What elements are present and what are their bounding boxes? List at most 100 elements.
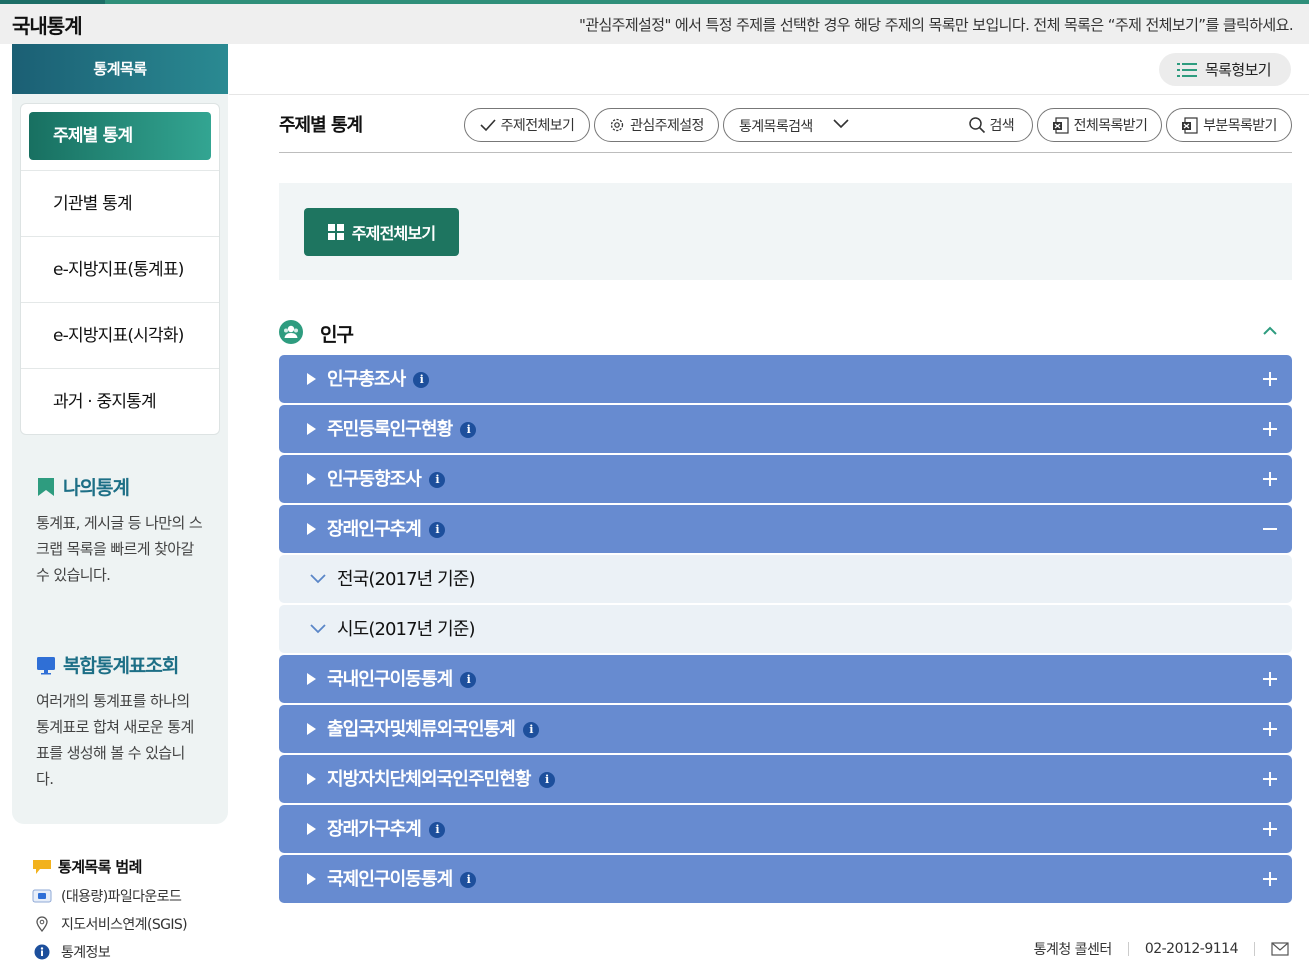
excel-file-icon (1052, 116, 1069, 134)
download-all-list-button[interactable]: 전체목록받기 (1037, 108, 1162, 142)
sidebar-item-past-stats[interactable]: 과거 · 중지통계 (21, 368, 219, 434)
list-view-button[interactable]: 목록형보기 (1158, 53, 1291, 86)
sidebar-item-topic[interactable]: 주제별 통계 (21, 104, 219, 170)
plus-icon[interactable] (1260, 469, 1280, 489)
list-row-category[interactable]: 주민등록인구현황 i (279, 405, 1292, 453)
legend-label: 지도서비스연계(SGIS) (61, 916, 188, 933)
footer: 통계청 콜센터 02-2012-9114 (1034, 938, 1289, 960)
triangle-right-icon (307, 723, 316, 735)
info-icon[interactable]: i (460, 872, 477, 888)
grid-icon (327, 224, 344, 240)
list-row-category[interactable]: 인구동향조사 i (279, 455, 1292, 503)
check-icon (480, 119, 496, 132)
search-input[interactable] (864, 114, 964, 136)
list-row-category-expanded[interactable]: 장래인구추계 i (279, 505, 1292, 553)
row-label: 시도(2017년 기준) (337, 619, 475, 640)
plus-icon[interactable] (1260, 419, 1280, 439)
sidebar-item-agency[interactable]: 기관별 통계 (21, 170, 219, 236)
info-icon[interactable]: i (428, 472, 445, 488)
page-title: 국내통계 (12, 14, 83, 38)
notice-text: "관심주제설정" 에서 특정 주제를 선택한 경우 해당 주제의 목록만 보입니… (578, 16, 1294, 34)
info-icon[interactable]: i (460, 422, 477, 438)
footer-divider (1127, 942, 1129, 956)
search-button[interactable]: 검색 (968, 115, 1015, 135)
row-label-text: 국제인구이동통계 (327, 869, 453, 890)
info-icon[interactable]: i (460, 672, 477, 688)
row-label: 지방자치단체외국인주민현황 i (327, 765, 555, 791)
list-row-category[interactable]: 국내인구이동통계 i (279, 655, 1292, 703)
legend-label: (대용량)파일다운로드 (61, 888, 182, 905)
sidebar: 통계목록 주제별 통계 기관별 통계 e-지방지표(통계표) e-지방지표(시각… (12, 44, 228, 824)
list-row-category[interactable]: 장래가구추계 i (279, 805, 1292, 853)
top-accent-line (0, 0, 105, 4)
list-row-category[interactable]: 국제인구이동통계 i (279, 855, 1292, 903)
footer-divider (1254, 942, 1255, 956)
mail-icon[interactable] (1271, 942, 1289, 956)
plus-icon[interactable] (1260, 869, 1280, 889)
search-button-label: 검색 (989, 118, 1014, 134)
excel-file-icon (1182, 116, 1198, 134)
search-type-select[interactable]: 통계목록검색 (739, 116, 813, 136)
legend-item-info: 통계정보 (32, 942, 222, 961)
sidebar-item-local-table[interactable]: e-지방지표(통계표) (21, 236, 219, 302)
speech-bubble-icon (33, 859, 51, 874)
list-row-category[interactable]: 출입국자및체류외국인통계 i (279, 705, 1292, 753)
chevron-down-icon[interactable] (832, 118, 850, 130)
all-topics-pill-label: 주제전체보기 (500, 118, 575, 134)
info-icon (34, 944, 50, 959)
list-row-sub[interactable]: 시도(2017년 기준) (279, 605, 1292, 653)
all-topics-button-label: 주제전체보기 (351, 224, 436, 243)
toolbar: 주제별 통계 주제전체보기 관심주제설정 통계목록검색 검색 전체목록받기 부분… (279, 108, 1292, 153)
combined-table-promo[interactable]: 복합통계표조회 여러개의 통계표를 하나의 통계표로 합쳐 새로운 통계표를 생… (36, 651, 216, 792)
row-label-text: 장래가구추계 (327, 819, 422, 840)
plus-icon[interactable] (1260, 819, 1280, 839)
download-part-list-button[interactable]: 부분목록받기 (1166, 108, 1292, 142)
plus-icon[interactable] (1260, 369, 1280, 389)
plus-icon[interactable] (1260, 669, 1280, 689)
sidebar-header: 통계목록 (12, 44, 228, 94)
info-icon[interactable]: i (428, 822, 445, 838)
triangle-right-icon (307, 673, 316, 685)
minus-icon[interactable] (1260, 519, 1280, 539)
list-view-label: 목록형보기 (1204, 61, 1272, 79)
sidebar-item-local-visual[interactable]: e-지방지표(시각화) (21, 302, 219, 368)
download-all-label: 전체목록받기 (1073, 118, 1148, 134)
info-icon[interactable]: i (413, 372, 430, 388)
info-icon[interactable]: i (428, 522, 445, 538)
gear-icon (611, 118, 624, 132)
combined-table-desc: 여러개의 통계표를 하나의 통계표로 합쳐 새로운 통계표를 생성해 볼 수 있… (36, 692, 194, 788)
all-topics-button[interactable]: 주제전체보기 (304, 208, 459, 256)
row-label-text: 인구총조사 (327, 369, 406, 390)
combined-table-title[interactable]: 복합통계표조회 (36, 651, 216, 678)
search-box: 통계목록검색 검색 (723, 108, 1033, 142)
legend: 통계목록 범례 (대용량)파일다운로드 지도서비스연계(SGIS) 통계정보 (32, 856, 222, 961)
bookmark-icon (38, 477, 54, 496)
section-page-title: 주제별 통계 (279, 115, 363, 136)
legend-title-text: 통계목록 범례 (58, 858, 142, 876)
info-icon[interactable]: i (522, 722, 539, 738)
list-row-category[interactable]: 지방자치단체외국인주민현황 i (279, 755, 1292, 803)
info-icon[interactable]: i (538, 772, 555, 788)
all-topics-pill-button[interactable]: 주제전체보기 (464, 108, 590, 142)
legend-item-download: (대용량)파일다운로드 (32, 886, 222, 905)
my-stats-promo[interactable]: 나의통계 통계표, 게시글 등 나만의 스크랩 목록을 빠르게 찾아갈 수 있습… (36, 473, 216, 588)
list-icon (1176, 62, 1197, 77)
interest-setting-button[interactable]: 관심주제설정 (594, 108, 719, 142)
plus-icon[interactable] (1260, 769, 1280, 789)
section-header: 인구 (279, 318, 1292, 348)
chevron-down-icon (310, 574, 326, 584)
triangle-right-icon (307, 523, 316, 535)
my-stats-title[interactable]: 나의통계 (36, 473, 216, 500)
legend-title: 통계목록 범례 (32, 856, 222, 877)
row-label-text: 국내인구이동통계 (327, 669, 453, 690)
callcenter-phone: 02-2012-9114 (1144, 941, 1239, 957)
my-stats-title-text: 나의통계 (63, 477, 130, 499)
row-label: 국제인구이동통계 i (327, 865, 477, 891)
list-row-sub[interactable]: 전국(2017년 기준) (279, 555, 1292, 603)
row-label-text: 출입국자및체류외국인통계 (327, 719, 516, 740)
chevron-up-icon[interactable] (1262, 325, 1278, 337)
main-topbar: 목록형보기 (229, 44, 1309, 95)
row-label: 주민등록인구현황 i (327, 415, 477, 441)
list-row-category[interactable]: 인구총조사 i (279, 355, 1292, 403)
plus-icon[interactable] (1260, 719, 1280, 739)
